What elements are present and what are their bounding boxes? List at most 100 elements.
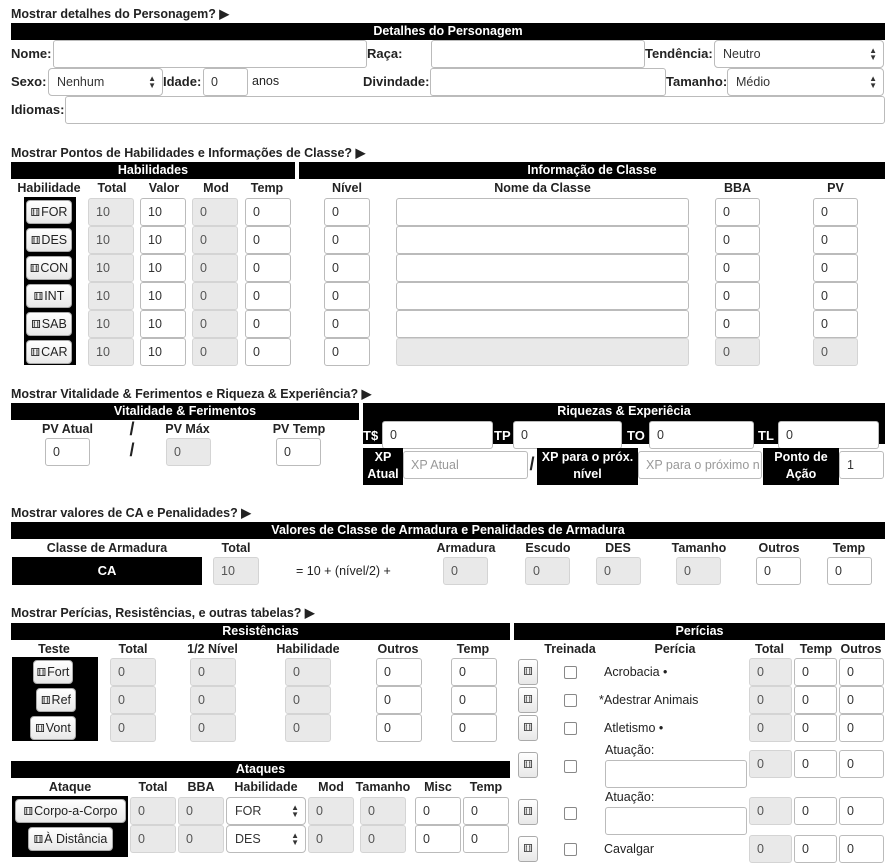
ability-roll-button-con[interactable]: ⚅CON	[26, 256, 72, 280]
attack-roll-button-1[interactable]: ⚅À Distância	[28, 827, 113, 851]
ability-roll-button-sab[interactable]: ⚅SAB	[26, 312, 72, 336]
skill-roll-button[interactable]: ⚅	[518, 752, 538, 778]
attack-temp-input[interactable]: 0	[463, 825, 509, 853]
save-roll-button-ref[interactable]: ⚅Ref	[36, 688, 76, 712]
class-level-input[interactable]: 0	[324, 282, 370, 310]
details-toggle[interactable]: Mostrar detalhes do Personagem? ▶	[11, 6, 229, 21]
save-roll-button-fort[interactable]: ⚅Fort	[33, 660, 73, 684]
ability-roll-button-int[interactable]: ⚅INT	[26, 284, 72, 308]
save-other-input[interactable]: 0	[376, 714, 422, 742]
skill-trained-checkbox[interactable]	[564, 666, 577, 679]
xp-input[interactable]: XP Atual	[403, 451, 528, 479]
class-name-input[interactable]	[396, 254, 689, 282]
skill-roll-button[interactable]: ⚅	[518, 659, 538, 685]
ts-input[interactable]: 0	[382, 421, 493, 449]
ability-value-input[interactable]: 10	[140, 310, 186, 338]
name-input[interactable]	[53, 40, 367, 68]
class-level-input[interactable]: 0	[324, 198, 370, 226]
ability-temp-input[interactable]: 0	[245, 198, 291, 226]
skill-trained-checkbox[interactable]	[564, 760, 577, 773]
ac-toggle[interactable]: Mostrar valores de CA e Penalidades? ▶	[11, 505, 251, 520]
ability-roll-button-for[interactable]: ⚅FOR	[26, 200, 72, 224]
skill-temp-input[interactable]: 0	[794, 714, 837, 742]
class-hp-input[interactable]: 0	[813, 310, 858, 338]
alignment-select[interactable]: Neutro ▲ ▼	[714, 40, 884, 68]
class-name-input[interactable]	[396, 310, 689, 338]
skill-specialty-input[interactable]	[605, 760, 747, 788]
skill-trained-checkbox[interactable]	[564, 694, 577, 707]
class-bab-input[interactable]: 0	[715, 198, 760, 226]
skill-other-input[interactable]: 0	[839, 750, 884, 778]
skill-trained-checkbox[interactable]	[564, 843, 577, 856]
to-input[interactable]: 0	[649, 421, 754, 449]
ability-value-input[interactable]: 10	[140, 282, 186, 310]
tp-input[interactable]: 0	[513, 421, 622, 449]
skill-temp-input[interactable]: 0	[794, 658, 837, 686]
class-name-input[interactable]	[396, 226, 689, 254]
sex-select[interactable]: Nenhum ▲ ▼	[48, 68, 163, 96]
age-input[interactable]: 0	[203, 68, 248, 96]
class-hp-input[interactable]: 0	[813, 226, 858, 254]
ability-value-input[interactable]: 10	[140, 338, 186, 366]
save-temp-input[interactable]: 0	[451, 714, 497, 742]
class-name-input[interactable]	[396, 198, 689, 226]
skill-roll-button[interactable]: ⚅	[518, 799, 538, 825]
save-temp-input[interactable]: 0	[451, 658, 497, 686]
class-hp-input[interactable]: 0	[813, 198, 858, 226]
ability-temp-input[interactable]: 0	[245, 254, 291, 282]
skill-roll-button[interactable]: ⚅	[518, 715, 538, 741]
tl-input[interactable]: 0	[778, 421, 879, 449]
skill-other-input[interactable]: 0	[839, 658, 884, 686]
vitality-toggle[interactable]: Mostrar Vitalidade & Ferimentos e Riquez…	[11, 386, 371, 401]
ac-temp-input[interactable]: 0	[827, 557, 872, 585]
ability-temp-input[interactable]: 0	[245, 310, 291, 338]
ability-value-input[interactable]: 10	[140, 226, 186, 254]
next-xp-input[interactable]: XP para o próximo nível	[638, 451, 762, 479]
save-roll-button-vont[interactable]: ⚅Vont	[30, 716, 76, 740]
ability-temp-input[interactable]: 0	[245, 282, 291, 310]
skill-temp-input[interactable]: 0	[794, 835, 837, 863]
attack-misc-input[interactable]: 0	[415, 825, 461, 853]
class-bab-input[interactable]: 0	[715, 282, 760, 310]
class-bab-input[interactable]: 0	[715, 226, 760, 254]
skill-roll-button[interactable]: ⚅	[518, 836, 538, 862]
class-hp-input[interactable]: 0	[813, 254, 858, 282]
save-temp-input[interactable]: 0	[451, 686, 497, 714]
ability-roll-button-car[interactable]: ⚅CAR	[26, 340, 72, 364]
ability-value-input[interactable]: 10	[140, 254, 186, 282]
class-level-input[interactable]: 0	[324, 226, 370, 254]
skill-other-input[interactable]: 0	[839, 714, 884, 742]
class-level-input[interactable]: 0	[324, 310, 370, 338]
attack-ability-select[interactable]: FOR ▲ ▼	[226, 797, 306, 825]
race-input[interactable]	[431, 40, 645, 68]
save-other-input[interactable]: 0	[376, 686, 422, 714]
save-other-input[interactable]: 0	[376, 658, 422, 686]
skill-trained-checkbox[interactable]	[564, 722, 577, 735]
class-name-input[interactable]	[396, 282, 689, 310]
class-hp-input[interactable]: 0	[813, 282, 858, 310]
attack-temp-input[interactable]: 0	[463, 797, 509, 825]
ap-input[interactable]: 1	[839, 451, 884, 479]
skill-temp-input[interactable]: 0	[794, 686, 837, 714]
skill-other-input[interactable]: 0	[839, 835, 884, 863]
skill-other-input[interactable]: 0	[839, 797, 884, 825]
ac-other-input[interactable]: 0	[756, 557, 801, 585]
skill-temp-input[interactable]: 0	[794, 797, 837, 825]
class-level-input[interactable]: 0	[324, 254, 370, 282]
ability-value-input[interactable]: 10	[140, 198, 186, 226]
skill-other-input[interactable]: 0	[839, 686, 884, 714]
skill-roll-button[interactable]: ⚅	[518, 687, 538, 713]
ability-temp-input[interactable]: 0	[245, 226, 291, 254]
skill-trained-checkbox[interactable]	[564, 807, 577, 820]
skills-toggle[interactable]: Mostrar Perícias, Resistências, e outras…	[11, 605, 315, 620]
abilities-toggle[interactable]: Mostrar Pontos de Habilidades e Informaç…	[11, 145, 365, 160]
class-bab-input[interactable]: 0	[715, 310, 760, 338]
attack-roll-button-0[interactable]: ⚅Corpo-a-Corpo	[15, 799, 126, 823]
skill-specialty-input[interactable]	[605, 807, 747, 835]
class-level-input[interactable]: 0	[324, 338, 370, 366]
languages-input[interactable]	[65, 96, 885, 124]
attack-misc-input[interactable]: 0	[415, 797, 461, 825]
size-select[interactable]: Médio ▲ ▼	[727, 68, 884, 96]
hp-temp-input[interactable]: 0	[276, 438, 321, 466]
ability-roll-button-des[interactable]: ⚅DES	[26, 228, 72, 252]
